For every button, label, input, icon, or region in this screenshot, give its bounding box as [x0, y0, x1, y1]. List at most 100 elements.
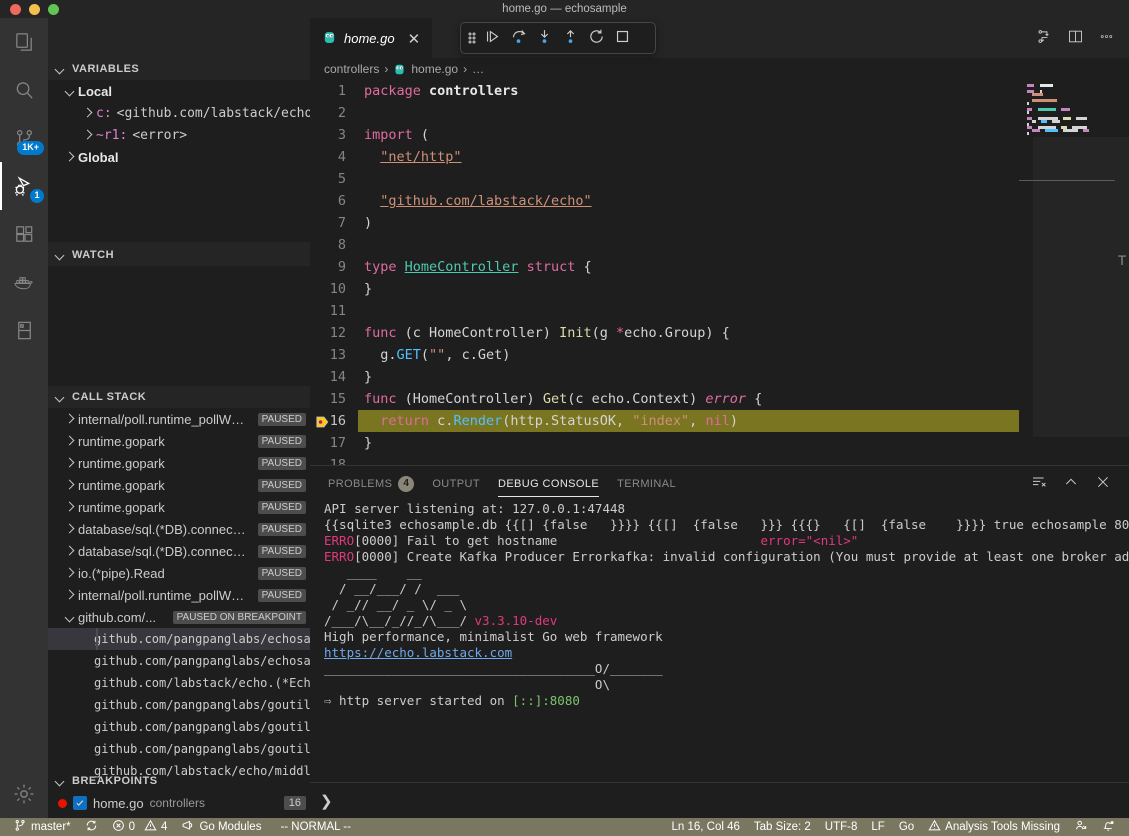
status-encoding[interactable]: UTF-8	[818, 818, 865, 836]
callstack-thread[interactable]: runtime.gopark PAUSED	[48, 430, 310, 452]
maximize-window-button[interactable]	[48, 4, 59, 15]
callstack-thread[interactable]: database/sql.(*DB).connec… PAUSED	[48, 518, 310, 540]
activity-extensions[interactable]	[0, 210, 48, 258]
restart-button[interactable]	[583, 25, 609, 51]
stack-frame[interactable]: github.com/pangpanglabs/goutils/ec	[48, 694, 310, 716]
activity-bar[interactable]: 1K+ 1	[0, 18, 48, 818]
chevron-up-icon[interactable]	[1063, 474, 1079, 493]
ellipsis-icon[interactable]	[1098, 28, 1115, 48]
stack-frame[interactable]: github.com/pangpanglabs/echosample	[48, 650, 310, 672]
status-cursor-position[interactable]: Ln 16, Col 46	[664, 818, 746, 836]
tab-output[interactable]: OUTPUT	[432, 466, 480, 501]
code-line[interactable]: 6 "github.com/labstack/echo"	[310, 190, 1129, 212]
callstack-thread[interactable]: runtime.gopark PAUSED	[48, 474, 310, 496]
stop-button[interactable]	[609, 25, 635, 51]
stack-frame[interactable]: github.com/labstack/echo.(*Echo).A	[48, 672, 310, 694]
activity-manage-settings[interactable]	[0, 770, 48, 818]
code-line[interactable]: 16 return c.Render(http.StatusOK, "index…	[310, 410, 1129, 432]
watch-body[interactable]	[48, 266, 310, 386]
breakpoint-arrow-icon[interactable]	[316, 414, 330, 428]
close-window-button[interactable]	[10, 4, 21, 15]
debug-console-output[interactable]: API server listening at: 127.0.0.1:47448…	[310, 501, 1129, 782]
status-branch[interactable]: master*	[0, 818, 78, 836]
debug-console-input[interactable]: ❯	[310, 782, 1129, 818]
minimap-slider[interactable]	[1033, 137, 1129, 437]
status-live-share[interactable]	[1067, 818, 1095, 836]
code-line[interactable]: 11	[310, 300, 1129, 322]
code-line[interactable]: 9type HomeController struct {	[310, 256, 1129, 278]
stack-frame[interactable]: github.com/pangpanglabs/goutils/ec	[48, 738, 310, 760]
callstack-thread[interactable]: internal/poll.runtime_pollW… PAUSED	[48, 408, 310, 430]
tab-terminal[interactable]: TERMINAL	[617, 466, 676, 501]
clear-icon[interactable]	[1031, 474, 1047, 493]
close-icon[interactable]	[1095, 474, 1111, 493]
callstack-body[interactable]: internal/poll.runtime_pollW… PAUSED runt…	[48, 408, 310, 800]
scope-local[interactable]: Local	[48, 80, 310, 102]
activity-source-control[interactable]: 1K+	[0, 114, 48, 162]
step-out-button[interactable]	[557, 25, 583, 51]
status-problems[interactable]: 0 4	[105, 818, 175, 836]
code-lines[interactable]: 1package controllers23import (4 "net/htt…	[310, 80, 1129, 465]
code-line[interactable]: 3import (	[310, 124, 1129, 146]
callstack-thread[interactable]: internal/poll.runtime_pollW… PAUSED	[48, 584, 310, 606]
code-line[interactable]: 2	[310, 102, 1129, 124]
activity-run-and-debug[interactable]: 1	[0, 162, 48, 210]
code-line[interactable]: 17}	[310, 432, 1129, 454]
status-analysis-tools[interactable]: Analysis Tools Missing	[921, 818, 1067, 836]
code-line[interactable]: 1package controllers	[310, 80, 1129, 102]
run-code-icon[interactable]	[1036, 28, 1053, 48]
breadcrumb[interactable]: controllers › home.go › …	[310, 58, 1129, 80]
status-sync[interactable]	[78, 818, 105, 836]
activity-docker[interactable]	[0, 258, 48, 306]
breakpoints-header[interactable]: BREAKPOINTS	[48, 770, 310, 792]
status-notifications[interactable]	[1095, 818, 1129, 836]
variables-header[interactable]: VARIABLES	[48, 58, 310, 80]
activity-explorer[interactable]	[0, 18, 48, 66]
window-controls[interactable]	[10, 4, 59, 15]
breadcrumb-item-folder[interactable]: controllers	[324, 62, 379, 76]
minimize-window-button[interactable]	[29, 4, 40, 15]
debug-toolbar[interactable]	[460, 22, 656, 54]
scope-global[interactable]: Global	[48, 146, 310, 168]
callstack-thread[interactable]: runtime.gopark PAUSED	[48, 452, 310, 474]
stack-frame[interactable]: github.com/pangpanglabs/goutils/ec	[48, 716, 310, 738]
status-eol[interactable]: LF	[864, 818, 891, 836]
callstack-thread[interactable]: runtime.gopark PAUSED	[48, 496, 310, 518]
callstack-thread[interactable]: database/sql.(*DB).connec… PAUSED	[48, 540, 310, 562]
breakpoint-checkbox[interactable]	[73, 796, 87, 810]
stack-frame[interactable]: github.com/pangpanglabs/echosample	[48, 628, 310, 650]
breakpoint-item[interactable]: home.go controllers 16	[48, 792, 310, 814]
variable-row[interactable]: c: <github.com/labstack/echo.Con…	[48, 102, 310, 124]
callstack-thread[interactable]: io.(*pipe).Read PAUSED	[48, 562, 310, 584]
code-line[interactable]: 15func (HomeController) Get(c echo.Conte…	[310, 388, 1129, 410]
status-go-modules[interactable]: Go Modules	[174, 818, 268, 836]
code-line[interactable]: 4 "net/http"	[310, 146, 1129, 168]
callstack-thread-active[interactable]: github.com/... PAUSED ON BREAKPOINT	[48, 606, 310, 628]
console-link[interactable]: https://echo.labstack.com	[324, 645, 512, 660]
code-line[interactable]: 12func (c HomeController) Init(g *echo.G…	[310, 322, 1129, 344]
activity-search[interactable]	[0, 66, 48, 114]
callstack-header[interactable]: CALL STACK	[48, 386, 310, 408]
split-editor-icon[interactable]	[1067, 28, 1084, 48]
watch-header[interactable]: WATCH	[48, 244, 310, 266]
variable-row[interactable]: ~r1: <error>	[48, 124, 310, 146]
breadcrumb-item-symbol[interactable]: …	[472, 62, 484, 76]
code-line[interactable]: 8	[310, 234, 1129, 256]
code-line[interactable]: 10}	[310, 278, 1129, 300]
status-tab-size[interactable]: Tab Size: 2	[747, 818, 818, 836]
code-line[interactable]: 14}	[310, 366, 1129, 388]
breadcrumb-item-file[interactable]: home.go	[411, 62, 458, 76]
code-line[interactable]: 5	[310, 168, 1129, 190]
tab-problems[interactable]: PROBLEMS 4	[328, 466, 414, 501]
status-language-mode[interactable]: Go	[892, 818, 921, 836]
editor-tab-home-go[interactable]: home.go ✕	[310, 18, 432, 58]
step-into-button[interactable]	[531, 25, 557, 51]
close-icon[interactable]: ✕	[408, 30, 421, 48]
code-line[interactable]: 7)	[310, 212, 1129, 234]
code-line[interactable]: 18	[310, 454, 1129, 465]
tab-debug-console[interactable]: DEBUG CONSOLE	[498, 466, 599, 501]
continue-button[interactable]	[479, 25, 505, 51]
activity-database[interactable]	[0, 306, 48, 354]
code-editor[interactable]: 1package controllers23import (4 "net/htt…	[310, 80, 1129, 465]
code-line[interactable]: 13 g.GET("", c.Get)	[310, 344, 1129, 366]
